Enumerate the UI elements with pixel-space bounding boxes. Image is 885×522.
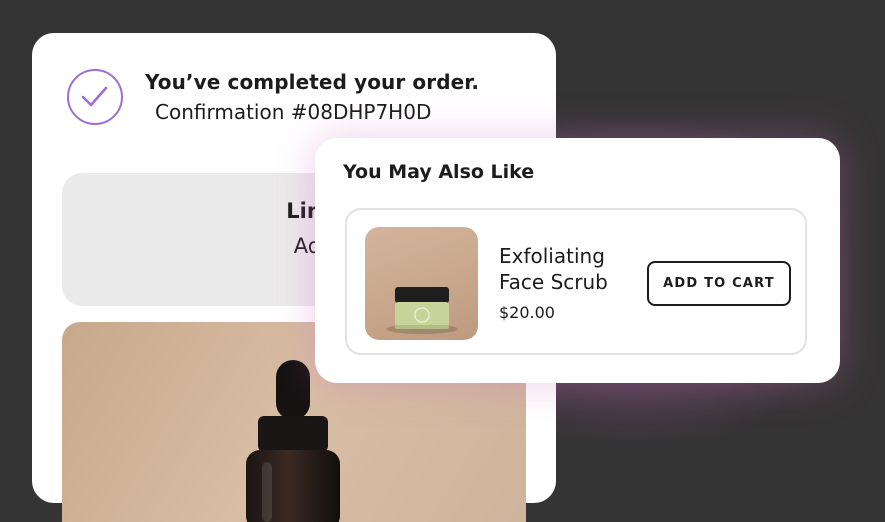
product-price: $20.00 [499,303,555,322]
order-complete-heading: You’ve completed your order. [145,70,480,94]
product-thumbnail[interactable] [365,227,478,340]
add-to-cart-button[interactable]: ADD TO CART [647,261,791,306]
confirmation-number: Confirmation #08DHP7H0D [155,100,432,124]
product-name[interactable]: Exfoliating Face Scrub [499,243,629,295]
recommendations-title: You May Also Like [343,161,535,183]
recommendations-card: You May Also Like Exfoliating Face Scrub… [315,138,840,383]
check-icon [67,69,123,125]
recommended-product: Exfoliating Face Scrub $20.00 ADD TO CAR… [345,208,807,355]
